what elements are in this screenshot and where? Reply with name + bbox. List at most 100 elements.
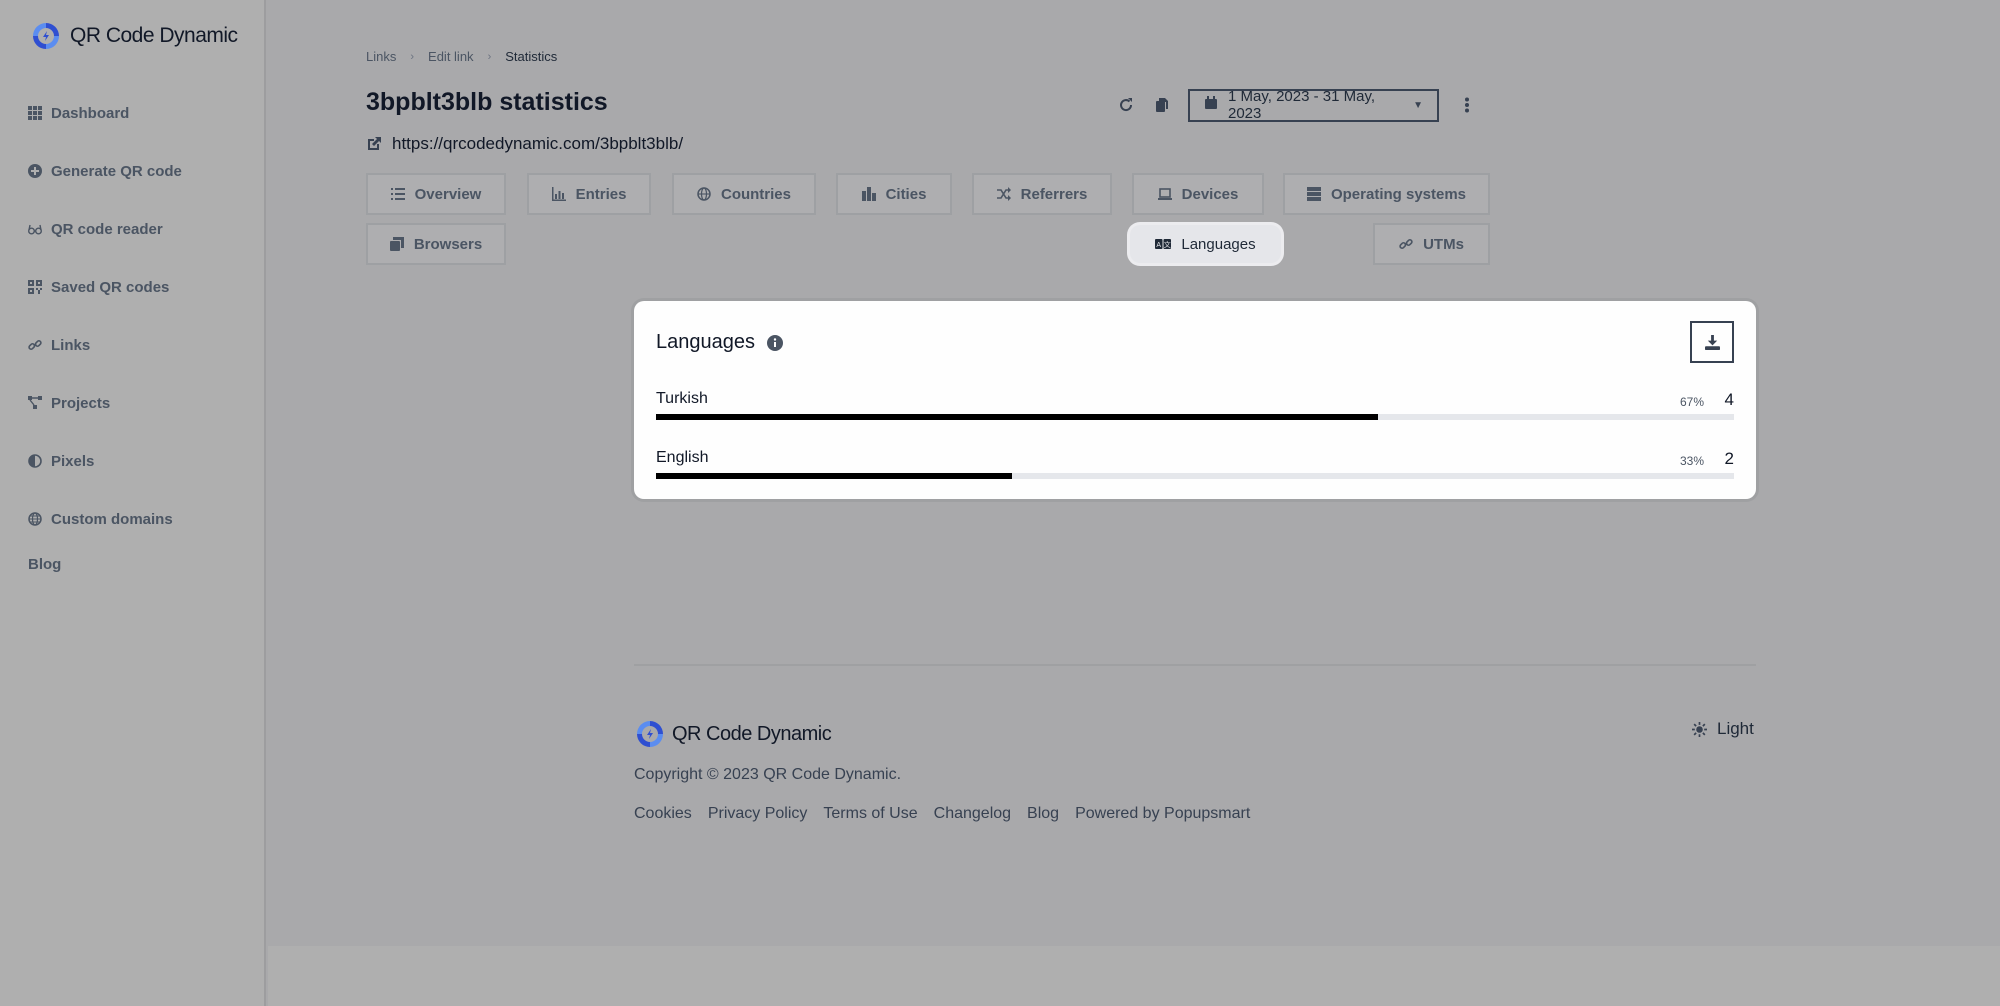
card-title-text: Languages [656,331,755,353]
progress-track [656,414,1734,420]
sidebar-item-custom-domains[interactable]: Custom domains [28,490,182,548]
tab-label: UTMs [1423,235,1464,253]
globe-icon [697,187,711,201]
sidebar-item-label: Saved QR codes [51,278,170,296]
theme-toggle[interactable]: Light [1692,719,1754,739]
tab-label: Operating systems [1330,185,1467,203]
logo-icon [33,23,59,49]
sidebar-logo[interactable]: QR Code Dynamic [30,20,238,52]
language-name: Turkish [656,390,708,407]
footer-link-cookies[interactable]: Cookies [634,805,692,823]
plus-circle-icon [28,164,42,178]
language-name: English [656,449,709,466]
sidebar-item-label: QR code reader [51,220,163,238]
tab-countries[interactable]: Countries [672,173,816,215]
window-restore-icon [389,237,404,251]
sidebar-item-pixels[interactable]: Pixels [28,432,182,490]
sidebar-item-label: Dashboard [51,104,130,122]
glasses-icon [28,224,42,235]
footer-link-terms[interactable]: Terms of Use [823,805,917,823]
languages-card: Languages Turkish 67% 4 English 33% 2 [634,301,1756,499]
tab-label: Overview [414,185,482,203]
toolbar: 1 May, 2023 - 31 May, 2023 ▼ [1108,88,1485,122]
sun-icon [1692,721,1707,737]
refresh-button[interactable] [1108,88,1144,122]
ellipsis-vertical-icon [1465,97,1469,113]
refresh-icon [1120,98,1133,112]
tab-cities[interactable]: Cities [836,173,952,215]
language-percent: 67% [1679,395,1704,409]
server-icon [1306,187,1321,201]
progress-fill [656,414,1379,420]
logo-icon [637,721,663,747]
caret-down-icon: ▼ [1413,99,1423,111]
sidebar-item-links[interactable]: Links [28,316,182,374]
copyright: Copyright © 2023 QR Code Dynamic. [634,766,902,783]
chart-bar-icon [551,187,566,201]
globe-icon [28,512,42,526]
progress-track [656,473,1734,479]
sidebar-item-label: Links [51,336,91,354]
copy-icon [1156,98,1168,112]
tab-devices[interactable]: Devices [1132,173,1264,215]
language-count: 4 [1724,390,1734,409]
footer-links: Cookies Privacy Policy Terms of Use Chan… [634,805,1250,823]
language-count: 2 [1724,449,1734,468]
footer-divider [634,664,1756,666]
sidebar-item-label: Pixels [51,452,95,470]
tab-overview[interactable]: Overview [366,173,506,215]
tab-referrers[interactable]: Referrers [972,173,1112,215]
sidebar-item-dashboard[interactable]: Dashboard [28,84,182,142]
tab-browsers[interactable]: Browsers [366,223,506,265]
sidebar-item-blog[interactable]: Blog [28,556,61,573]
info-circle-icon[interactable] [766,334,783,351]
tab-label: Countries [720,185,791,203]
sidebar-item-generate-qr[interactable]: Generate QR code [28,142,182,200]
external-link-icon [368,137,381,150]
city-icon [861,187,876,201]
sidebar-item-saved-qr[interactable]: Saved QR codes [28,258,182,316]
footer-link-powered-by[interactable]: Powered by Popupsmart [1075,805,1250,823]
list-icon [390,188,405,200]
tab-languages[interactable]: A文 Languages [1130,225,1281,263]
chevron-right-icon: › [487,50,492,63]
sidebar-item-label: Generate QR code [51,162,182,180]
qrcode-icon [28,280,42,294]
footer-link-changelog[interactable]: Changelog [934,805,1011,823]
link-icon [28,339,42,351]
tab-label: Languages [1181,235,1256,253]
breadcrumb-links[interactable]: Links [366,49,396,64]
half-circle-icon [28,454,42,468]
date-range-picker[interactable]: 1 May, 2023 - 31 May, 2023 ▼ [1188,88,1439,122]
card-title: Languages [656,331,783,354]
date-range-value: 1 May, 2023 - 31 May, 2023 [1228,88,1376,122]
sidebar: QR Code Dynamic Dashboard Generate QR co… [0,0,266,1006]
tab-label: Browsers [413,235,483,253]
tab-operating-systems[interactable]: Operating systems [1283,173,1490,215]
tab-entries[interactable]: Entries [527,173,651,215]
footer-link-privacy[interactable]: Privacy Policy [708,805,808,823]
link-url-row[interactable]: https://qrcodedynamic.com/3bpblt3blb/ [366,134,683,154]
sidebar-item-label: Custom domains [51,510,173,528]
footer-logo[interactable]: QR Code Dynamic [634,718,832,750]
svg-text:A: A [1157,242,1162,249]
grid-icon [28,106,42,120]
bottom-strip [268,946,2000,1006]
sitemap-icon [28,396,42,409]
language-row: Turkish 67% 4 [656,390,1734,424]
footer-link-blog[interactable]: Blog [1027,805,1059,823]
sidebar-item-projects[interactable]: Projects [28,374,182,432]
tab-utms[interactable]: UTMs [1373,223,1490,265]
breadcrumb-edit-link[interactable]: Edit link [428,49,474,64]
download-icon [1704,334,1720,350]
progress-fill [656,473,1012,479]
svg-text:文: 文 [1164,240,1171,249]
link-url[interactable]: https://qrcodedynamic.com/3bpblt3blb/ [392,134,683,154]
more-options-button[interactable] [1449,88,1485,122]
tab-label: Entries [575,185,627,203]
breadcrumb: Links › Edit link › Statistics [366,49,557,64]
download-button[interactable] [1690,321,1734,363]
language-percent: 33% [1679,454,1704,468]
copy-button[interactable] [1144,88,1180,122]
sidebar-item-qr-reader[interactable]: QR code reader [28,200,182,258]
